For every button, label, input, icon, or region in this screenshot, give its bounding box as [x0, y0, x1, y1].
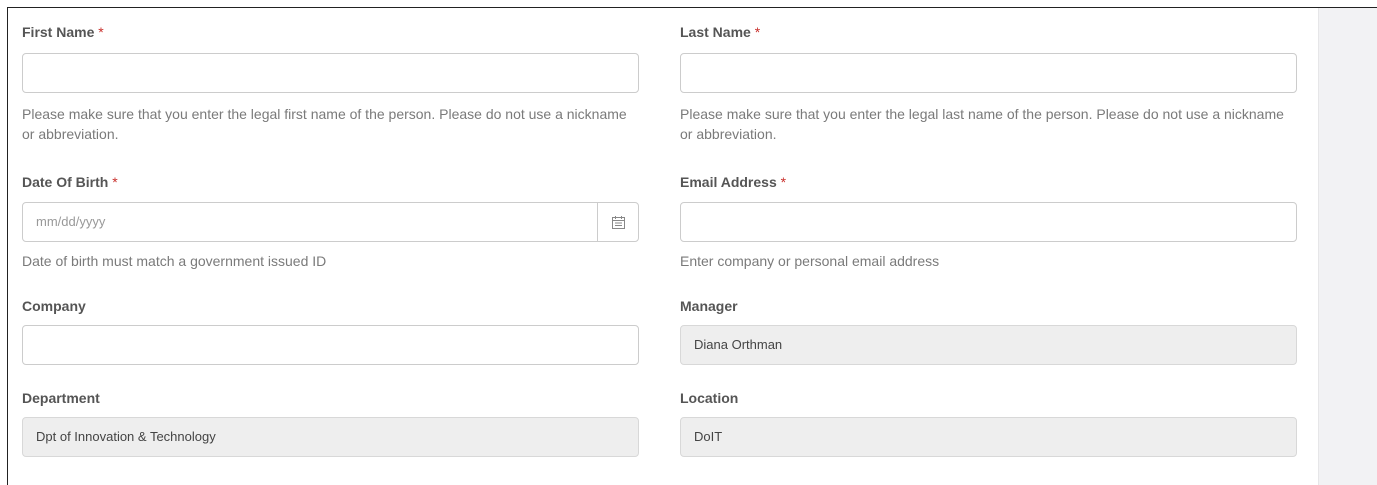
manager-input: Diana Orthman [680, 325, 1297, 365]
department-input: Dpt of Innovation & Technology [22, 417, 639, 457]
company-label: Company [22, 298, 86, 314]
last-name-input[interactable] [680, 53, 1297, 93]
email-input[interactable] [680, 202, 1297, 242]
email-label: Email Address * [680, 174, 787, 190]
last-name-help: Please make sure that you enter the lega… [680, 106, 1284, 142]
required-mark: * [98, 24, 104, 40]
company-input[interactable] [22, 325, 639, 365]
first-name-input[interactable] [22, 53, 639, 93]
department-label: Department [22, 390, 100, 406]
date-of-birth-help: Date of birth must match a government is… [22, 253, 327, 269]
manager-label: Manager [680, 298, 738, 314]
date-of-birth-label: Date Of Birth * [22, 174, 118, 190]
first-name-help: Please make sure that you enter the lega… [22, 106, 627, 142]
date-of-birth-placeholder: mm/dd/yyyy [36, 214, 106, 229]
calendar-button[interactable] [597, 203, 638, 241]
date-of-birth-input[interactable]: mm/dd/yyyy [22, 202, 639, 242]
location-label: Location [680, 390, 739, 406]
first-name-label: First Name * [22, 24, 104, 40]
last-name-label: Last Name * [680, 24, 761, 40]
location-input: DoIT [680, 417, 1297, 457]
calendar-icon [611, 215, 625, 229]
side-panel [1318, 8, 1377, 485]
email-help: Enter company or personal email address [680, 253, 940, 269]
required-mark: * [780, 174, 787, 190]
required-mark: * [754, 24, 761, 40]
required-mark: * [112, 174, 118, 190]
